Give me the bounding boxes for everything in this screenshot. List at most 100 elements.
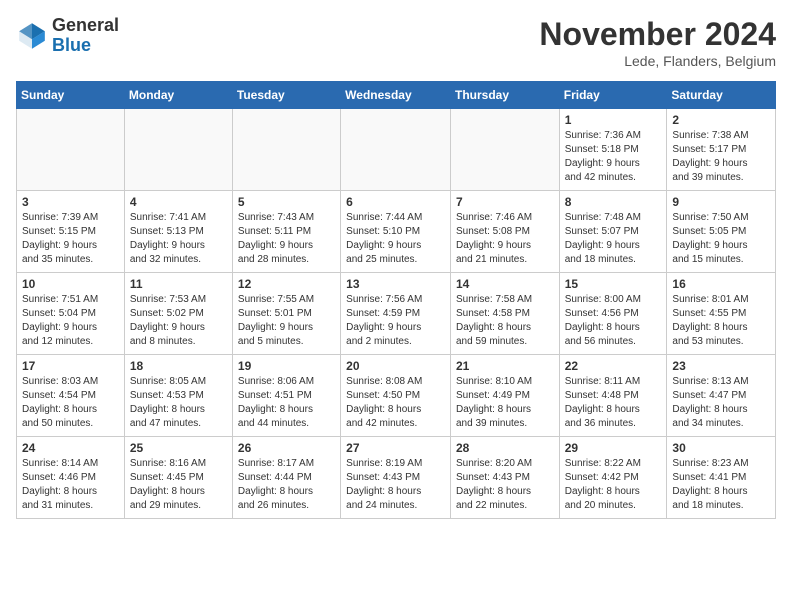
calendar-cell bbox=[232, 109, 340, 191]
logo-general: General bbox=[52, 16, 119, 36]
calendar-cell: 26 Sunrise: 8:17 AM Sunset: 4:44 PM Dayli… bbox=[232, 437, 340, 519]
day-info: Sunrise: 8:20 AM Sunset: 4:43 PM Dayligh… bbox=[456, 457, 554, 513]
calendar-cell: 6Sunrise: 7:44 AM Sunset: 5:10 PM Daylig… bbox=[341, 191, 451, 273]
day-number: 26 bbox=[238, 441, 335, 455]
day-number: 9 bbox=[672, 195, 770, 209]
day-info: Sunrise: 8:06 AM Sunset: 4:51 PM Dayligh… bbox=[238, 375, 335, 431]
calendar-cell: 15 Sunrise: 8:00 AM Sunset: 4:56 PM Dayli… bbox=[559, 273, 667, 355]
day-info: Sunrise: 7:55 AM Sunset: 5:01 PM Dayligh… bbox=[238, 293, 335, 349]
calendar-cell: 4 Sunrise: 7:41 AM Sunset: 5:13 PM Daylig… bbox=[124, 191, 232, 273]
day-number: 8 bbox=[565, 195, 662, 209]
day-of-week-header: Wednesday bbox=[341, 82, 451, 109]
day-of-week-header: Thursday bbox=[450, 82, 559, 109]
day-info: Sunrise: 8:17 AM Sunset: 4:44 PM Dayligh… bbox=[238, 457, 335, 513]
day-number: 20 bbox=[346, 359, 445, 373]
day-info: Sunrise: 8:14 AM Sunset: 4:46 PM Dayligh… bbox=[22, 457, 119, 513]
day-info: Sunrise: 8:00 AM Sunset: 4:56 PM Dayligh… bbox=[565, 293, 662, 349]
day-number: 21 bbox=[456, 359, 554, 373]
day-number: 19 bbox=[238, 359, 335, 373]
calendar-cell bbox=[124, 109, 232, 191]
calendar-cell: 27 Sunrise: 8:19 AM Sunset: 4:43 PM Dayli… bbox=[341, 437, 451, 519]
day-of-week-header: Tuesday bbox=[232, 82, 340, 109]
day-of-week-header: Friday bbox=[559, 82, 667, 109]
calendar-cell: 12 Sunrise: 7:55 AM Sunset: 5:01 PM Dayli… bbox=[232, 273, 340, 355]
day-number: 5 bbox=[238, 195, 335, 209]
calendar-cell: 19 Sunrise: 8:06 AM Sunset: 4:51 PM Dayli… bbox=[232, 355, 340, 437]
day-number: 3 bbox=[22, 195, 119, 209]
calendar-cell: 14Sunrise: 7:58 AM Sunset: 4:58 PM Dayli… bbox=[450, 273, 559, 355]
calendar-cell: 25 Sunrise: 8:16 AM Sunset: 4:45 PM Dayli… bbox=[124, 437, 232, 519]
calendar-cell: 30 Sunrise: 8:23 AM Sunset: 4:41 PM Dayli… bbox=[667, 437, 776, 519]
calendar-cell: 21 Sunrise: 8:10 AM Sunset: 4:49 PM Dayli… bbox=[450, 355, 559, 437]
day-info: Sunrise: 7:56 AM Sunset: 4:59 PM Dayligh… bbox=[346, 293, 445, 349]
calendar-cell: 17Sunrise: 8:03 AM Sunset: 4:54 PM Dayli… bbox=[17, 355, 125, 437]
day-number: 16 bbox=[672, 277, 770, 291]
day-info: Sunrise: 7:51 AM Sunset: 5:04 PM Dayligh… bbox=[22, 293, 119, 349]
calendar-cell: 18 Sunrise: 8:05 AM Sunset: 4:53 PM Dayli… bbox=[124, 355, 232, 437]
calendar-cell: 1Sunrise: 7:36 AM Sunset: 5:18 PM Daylig… bbox=[559, 109, 667, 191]
day-info: Sunrise: 8:05 AM Sunset: 4:53 PM Dayligh… bbox=[130, 375, 227, 431]
calendar-cell: 13 Sunrise: 7:56 AM Sunset: 4:59 PM Dayli… bbox=[341, 273, 451, 355]
calendar-cell bbox=[450, 109, 559, 191]
day-info: Sunrise: 8:13 AM Sunset: 4:47 PM Dayligh… bbox=[672, 375, 770, 431]
month-title: November 2024 bbox=[539, 16, 776, 53]
calendar-cell: 3 Sunrise: 7:39 AM Sunset: 5:15 PM Daylig… bbox=[17, 191, 125, 273]
calendar-cell bbox=[17, 109, 125, 191]
day-info: Sunrise: 7:39 AM Sunset: 5:15 PM Dayligh… bbox=[22, 211, 119, 267]
day-info: Sunrise: 8:10 AM Sunset: 4:49 PM Dayligh… bbox=[456, 375, 554, 431]
day-info: Sunrise: 7:43 AM Sunset: 5:11 PM Dayligh… bbox=[238, 211, 335, 267]
day-info: Sunrise: 8:11 AM Sunset: 4:48 PM Dayligh… bbox=[565, 375, 662, 431]
day-number: 30 bbox=[672, 441, 770, 455]
day-number: 13 bbox=[346, 277, 445, 291]
day-number: 15 bbox=[565, 277, 662, 291]
day-number: 4 bbox=[130, 195, 227, 209]
day-of-week-header: Saturday bbox=[667, 82, 776, 109]
calendar-cell: 10 Sunrise: 7:51 AM Sunset: 5:04 PM Dayli… bbox=[17, 273, 125, 355]
day-number: 23 bbox=[672, 359, 770, 373]
day-number: 10 bbox=[22, 277, 119, 291]
calendar-cell: 24Sunrise: 8:14 AM Sunset: 4:46 PM Dayli… bbox=[17, 437, 125, 519]
calendar-cell: 28 Sunrise: 8:20 AM Sunset: 4:43 PM Dayli… bbox=[450, 437, 559, 519]
day-info: Sunrise: 7:38 AM Sunset: 5:17 PM Dayligh… bbox=[672, 129, 770, 185]
day-of-week-header: Monday bbox=[124, 82, 232, 109]
calendar-cell: 23 Sunrise: 8:13 AM Sunset: 4:47 PM Dayli… bbox=[667, 355, 776, 437]
week-row-1: 1Sunrise: 7:36 AM Sunset: 5:18 PM Daylig… bbox=[17, 109, 776, 191]
day-info: Sunrise: 7:41 AM Sunset: 5:13 PM Dayligh… bbox=[130, 211, 227, 267]
day-info: Sunrise: 7:44 AM Sunset: 5:10 PM Dayligh… bbox=[346, 211, 445, 267]
day-number: 7 bbox=[456, 195, 554, 209]
day-number: 17 bbox=[22, 359, 119, 373]
logo-blue: Blue bbox=[52, 36, 119, 56]
day-number: 28 bbox=[456, 441, 554, 455]
calendar-cell: 8 Sunrise: 7:48 AM Sunset: 5:07 PM Daylig… bbox=[559, 191, 667, 273]
day-info: Sunrise: 8:19 AM Sunset: 4:43 PM Dayligh… bbox=[346, 457, 445, 513]
day-info: Sunrise: 8:23 AM Sunset: 4:41 PM Dayligh… bbox=[672, 457, 770, 513]
week-row-2: 3 Sunrise: 7:39 AM Sunset: 5:15 PM Daylig… bbox=[17, 191, 776, 273]
day-number: 12 bbox=[238, 277, 335, 291]
calendar-table: SundayMondayTuesdayWednesdayThursdayFrid… bbox=[16, 81, 776, 519]
day-info: Sunrise: 7:48 AM Sunset: 5:07 PM Dayligh… bbox=[565, 211, 662, 267]
day-info: Sunrise: 8:01 AM Sunset: 4:55 PM Dayligh… bbox=[672, 293, 770, 349]
day-of-week-header: Sunday bbox=[17, 82, 125, 109]
calendar-cell: 29Sunrise: 8:22 AM Sunset: 4:42 PM Dayli… bbox=[559, 437, 667, 519]
calendar-cell: 2 Sunrise: 7:38 AM Sunset: 5:17 PM Daylig… bbox=[667, 109, 776, 191]
day-number: 2 bbox=[672, 113, 770, 127]
logo-icon bbox=[16, 20, 48, 52]
logo: General Blue bbox=[16, 16, 119, 56]
calendar-cell: 7 Sunrise: 7:46 AM Sunset: 5:08 PM Daylig… bbox=[450, 191, 559, 273]
week-row-5: 24Sunrise: 8:14 AM Sunset: 4:46 PM Dayli… bbox=[17, 437, 776, 519]
day-number: 1 bbox=[565, 113, 662, 127]
day-info: Sunrise: 7:46 AM Sunset: 5:08 PM Dayligh… bbox=[456, 211, 554, 267]
location: Lede, Flanders, Belgium bbox=[539, 53, 776, 69]
day-info: Sunrise: 7:58 AM Sunset: 4:58 PM Dayligh… bbox=[456, 293, 554, 349]
week-row-4: 17Sunrise: 8:03 AM Sunset: 4:54 PM Dayli… bbox=[17, 355, 776, 437]
day-info: Sunrise: 8:16 AM Sunset: 4:45 PM Dayligh… bbox=[130, 457, 227, 513]
day-number: 29 bbox=[565, 441, 662, 455]
title-block: November 2024 Lede, Flanders, Belgium bbox=[539, 16, 776, 69]
calendar-cell: 5 Sunrise: 7:43 AM Sunset: 5:11 PM Daylig… bbox=[232, 191, 340, 273]
calendar-cell: 9Sunrise: 7:50 AM Sunset: 5:05 PM Daylig… bbox=[667, 191, 776, 273]
page-header: General Blue November 2024 Lede, Flander… bbox=[16, 16, 776, 69]
day-number: 18 bbox=[130, 359, 227, 373]
day-number: 25 bbox=[130, 441, 227, 455]
day-number: 27 bbox=[346, 441, 445, 455]
calendar-cell: 20Sunrise: 8:08 AM Sunset: 4:50 PM Dayli… bbox=[341, 355, 451, 437]
